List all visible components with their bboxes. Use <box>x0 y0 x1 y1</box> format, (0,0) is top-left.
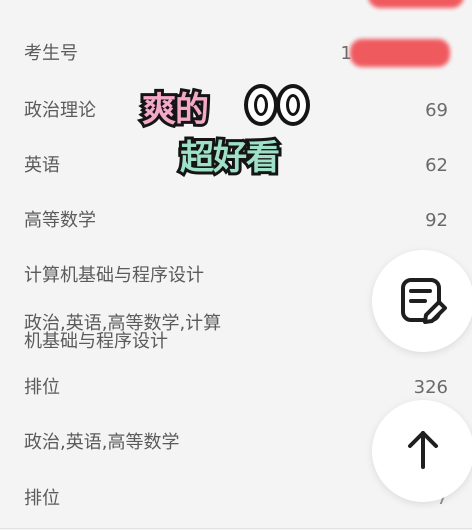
redaction-mark <box>368 0 464 8</box>
list-item-exam-number: 考生号 1 <box>0 19 472 83</box>
row-value: 62 <box>425 155 448 176</box>
list-item-math: 高等数学 92 <box>0 193 472 249</box>
row-label: 考生号 <box>24 43 78 64</box>
row-label: 高等数学 <box>24 210 96 231</box>
row-label-line2: 机基础与程序设计 <box>24 331 168 352</box>
sticker-text-line2: 超好看 <box>177 135 283 181</box>
row-label: 英语 <box>24 155 60 176</box>
row-value: 326 <box>413 377 448 398</box>
sticker-eye-left <box>244 84 278 126</box>
sticker-eye-right <box>276 84 310 126</box>
arrow-up-icon <box>408 431 438 469</box>
sticker-text-line1: 爽的 <box>139 87 212 133</box>
row-label: 政治,英语,高等数学 <box>24 432 180 453</box>
edit-button[interactable] <box>372 250 472 352</box>
list-item-name: 姓名 <box>0 0 472 20</box>
row-label: 政治理论 <box>24 100 96 121</box>
back-to-top-button[interactable] <box>372 400 472 502</box>
row-value: 92 <box>425 210 448 231</box>
row-label: 排位 <box>24 377 60 398</box>
row-value: 69 <box>425 100 448 121</box>
redaction-mark <box>350 39 450 67</box>
edit-note-icon <box>401 278 447 324</box>
sticker-overlay: 爽的 超好看 <box>136 80 336 190</box>
row-label: 计算机基础与程序设计 <box>24 265 204 286</box>
row-label: 排位 <box>24 488 60 509</box>
